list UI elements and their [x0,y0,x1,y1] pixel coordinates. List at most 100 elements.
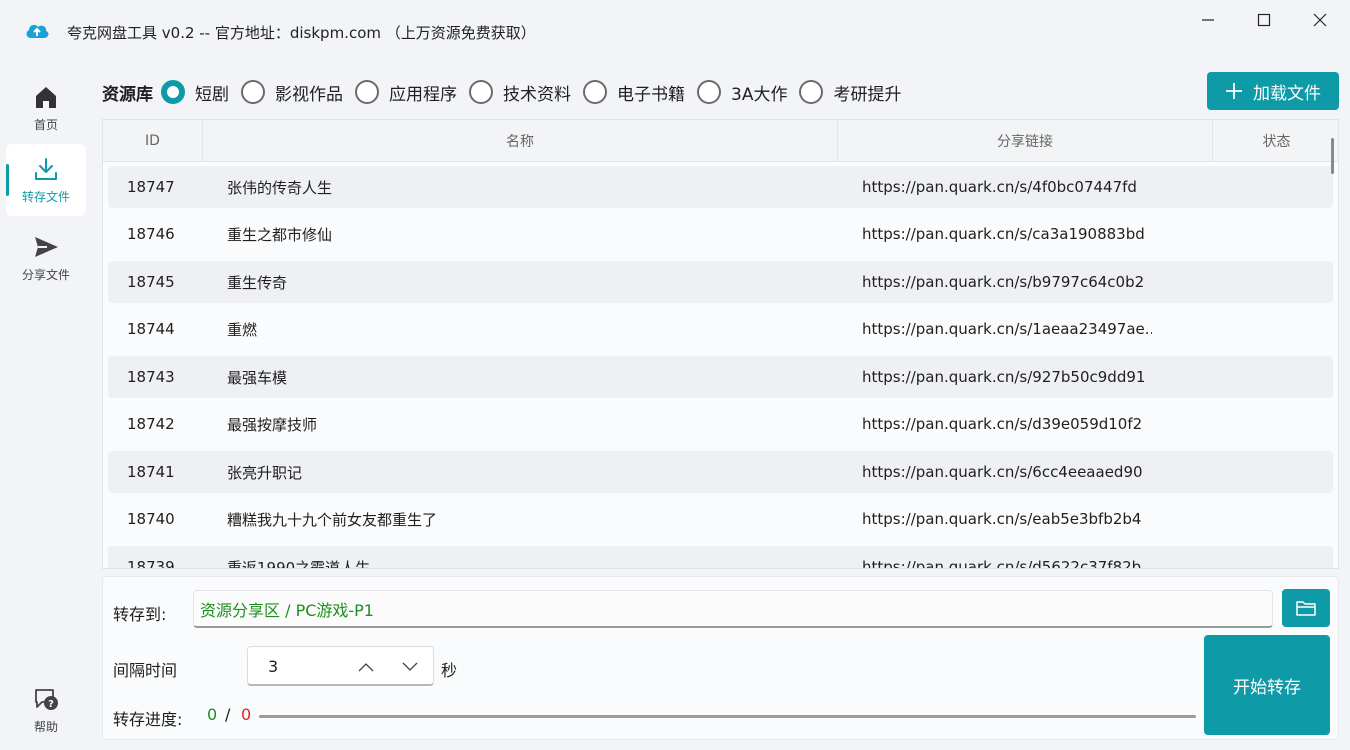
cell-id: 18743 [127,368,175,386]
cell-link: https://pan.quark.cn/s/d39e059d10f2 [862,415,1143,433]
radio-apps[interactable]: 应用程序 [355,80,457,105]
load-files-label: 加载文件 [1253,83,1321,104]
interval-unit: 秒 [441,661,458,680]
download-icon [35,157,57,180]
table-row[interactable]: 18739 重返1990之霸道人生 https://pan.quark.cn/s… [108,546,1333,569]
radio-tech-docs[interactable]: 技术资料 [469,80,571,105]
interval-value: 3 [268,656,279,676]
cell-id: 18747 [127,178,175,196]
category-filters: 资源库 短剧 影视作品 应用程序 技术资料 电子书籍 3A大作 考研提升 [102,76,913,108]
interval-spinbox[interactable]: 3 [247,646,434,686]
table-row[interactable]: 18743 最强车模 https://pan.quark.cn/s/927b50… [108,356,1333,398]
progress-done-count: 0 [207,705,218,724]
sidebar: 首页 转存文件 分享文件 ? 帮助 [0,62,92,750]
radio-unchecked-icon [355,80,379,104]
radio-checked-icon [161,80,185,104]
column-header-name[interactable]: 名称 [203,120,838,162]
cell-link: https://pan.quark.cn/s/eab5e3bfb2b4 [862,510,1142,528]
cell-link: https://pan.quark.cn/s/ca3a190883bd [862,225,1145,243]
cloud-logo-icon [26,24,49,38]
decrement-button[interactable] [398,656,422,678]
target-path-input[interactable]: 资源分享区 / PC游戏-P1 [193,590,1273,628]
filter-title: 资源库 [102,84,153,105]
chevron-down-icon [402,662,418,671]
sidebar-item-home[interactable]: 首页 [6,72,86,144]
svg-text:?: ? [48,699,54,710]
chevron-up-icon [358,663,374,672]
cell-id: 18745 [127,273,175,291]
maximize-button[interactable] [1236,0,1292,40]
cell-name: 重生之都市修仙 [227,225,333,244]
radio-label: 考研提升 [833,84,902,105]
cell-link: https://pan.quark.cn/s/4f0bc07447fd [862,178,1137,196]
main-panel: 资源库 短剧 影视作品 应用程序 技术资料 电子书籍 3A大作 考研提升 加载文… [92,62,1350,750]
cell-id: 18740 [127,510,175,528]
cell-id: 18741 [127,463,175,481]
radio-unchecked-icon [241,80,265,104]
column-header-status[interactable]: 状态 [1213,120,1338,162]
window-title: 夸克网盘工具 v0.2 -- 官方地址：diskpm.com （上万资源免费获取… [67,24,536,42]
progress-total-count: 0 [241,705,252,724]
radio-movies[interactable]: 影视作品 [241,80,343,105]
target-label: 转存到: [113,605,167,624]
increment-button[interactable] [354,656,378,678]
column-header-link[interactable]: 分享链接 [838,120,1213,162]
sidebar-item-help[interactable]: ? 帮助 [6,674,86,746]
start-transfer-button[interactable]: 开始转存 [1204,635,1330,735]
close-button[interactable] [1292,0,1348,40]
radio-short-drama[interactable]: 短剧 [161,80,229,105]
radio-label: 技术资料 [503,84,571,105]
maximize-icon [1257,13,1271,27]
interval-label: 间隔时间 [113,661,178,680]
table-header: ID 名称 分享链接 状态 [103,120,1338,162]
table-row[interactable]: 18747 张伟的传奇人生 https://pan.quark.cn/s/4f0… [108,166,1333,208]
cell-name: 最强按摩技师 [227,415,318,434]
transfer-panel: 转存到: 资源分享区 / PC游戏-P1 间隔时间 3 秒 开始转存 转存进度:… [102,576,1339,740]
title-bar: 夸克网盘工具 v0.2 -- 官方地址：diskpm.com （上万资源免费获取… [0,0,1350,62]
cell-id: 18742 [127,415,175,433]
table-row[interactable]: 18744 重燃 https://pan.quark.cn/s/1aeaa234… [108,308,1333,350]
table-row[interactable]: 18740 糟糕我九十九个前女友都重生了 https://pan.quark.c… [108,498,1333,540]
cell-id: 18744 [127,320,175,338]
radio-aaa-games[interactable]: 3A大作 [697,80,787,105]
table-row[interactable]: 18742 最强按摩技师 https://pan.quark.cn/s/d39e… [108,403,1333,445]
minimize-icon [1202,19,1214,21]
radio-exam-prep[interactable]: 考研提升 [799,80,901,105]
cell-name: 糟糕我九十九个前女友都重生了 [227,510,438,529]
sidebar-item-label: 帮助 [33,719,58,734]
start-transfer-label: 开始转存 [1233,677,1301,698]
table-row[interactable]: 18741 张亮升职记 https://pan.quark.cn/s/6cc4e… [108,451,1333,493]
radio-ebooks[interactable]: 电子书籍 [583,80,685,105]
cell-id: 18746 [127,225,175,243]
cell-name: 重生传奇 [227,273,288,292]
cell-name: 张伟的传奇人生 [227,178,333,197]
table-row[interactable]: 18746 重生之都市修仙 https://pan.quark.cn/s/ca3… [108,213,1333,255]
cell-id: 18739 [127,558,175,569]
cell-name: 重返1990之霸道人生 [227,558,371,569]
table-scrollbar[interactable] [1331,138,1334,174]
sidebar-item-share[interactable]: 分享文件 [6,222,86,294]
sidebar-item-label: 分享文件 [21,267,70,282]
folder-icon [1296,601,1316,616]
sidebar-item-transfer[interactable]: 转存文件 [6,144,86,216]
radio-label: 应用程序 [389,84,457,105]
radio-label: 3A大作 [731,84,788,105]
cell-link: https://pan.quark.cn/s/b9797c64c0b2 [862,273,1145,291]
radio-unchecked-icon [697,80,721,104]
browse-folder-button[interactable] [1282,589,1330,627]
radio-label: 电子书籍 [617,84,685,105]
progress-label: 转存进度: [113,710,183,729]
cell-link: https://pan.quark.cn/s/d5622c37f82b [862,558,1142,569]
close-icon [1313,13,1327,27]
resource-table: ID 名称 分享链接 状态 18747 张伟的传奇人生 https://pan.… [102,119,1339,569]
load-files-button[interactable]: 加载文件 [1207,72,1339,110]
cell-name: 张亮升职记 [227,463,303,482]
column-header-id[interactable]: ID [103,120,203,162]
minimize-button[interactable] [1180,0,1236,40]
radio-unchecked-icon [799,80,824,104]
plus-icon [1226,83,1242,99]
cell-name: 最强车模 [227,368,288,387]
cell-link: https://pan.quark.cn/s/6cc4eeaaed90 [862,463,1143,481]
cell-name: 重燃 [227,320,258,339]
table-row[interactable]: 18745 重生传奇 https://pan.quark.cn/s/b9797c… [108,261,1333,303]
